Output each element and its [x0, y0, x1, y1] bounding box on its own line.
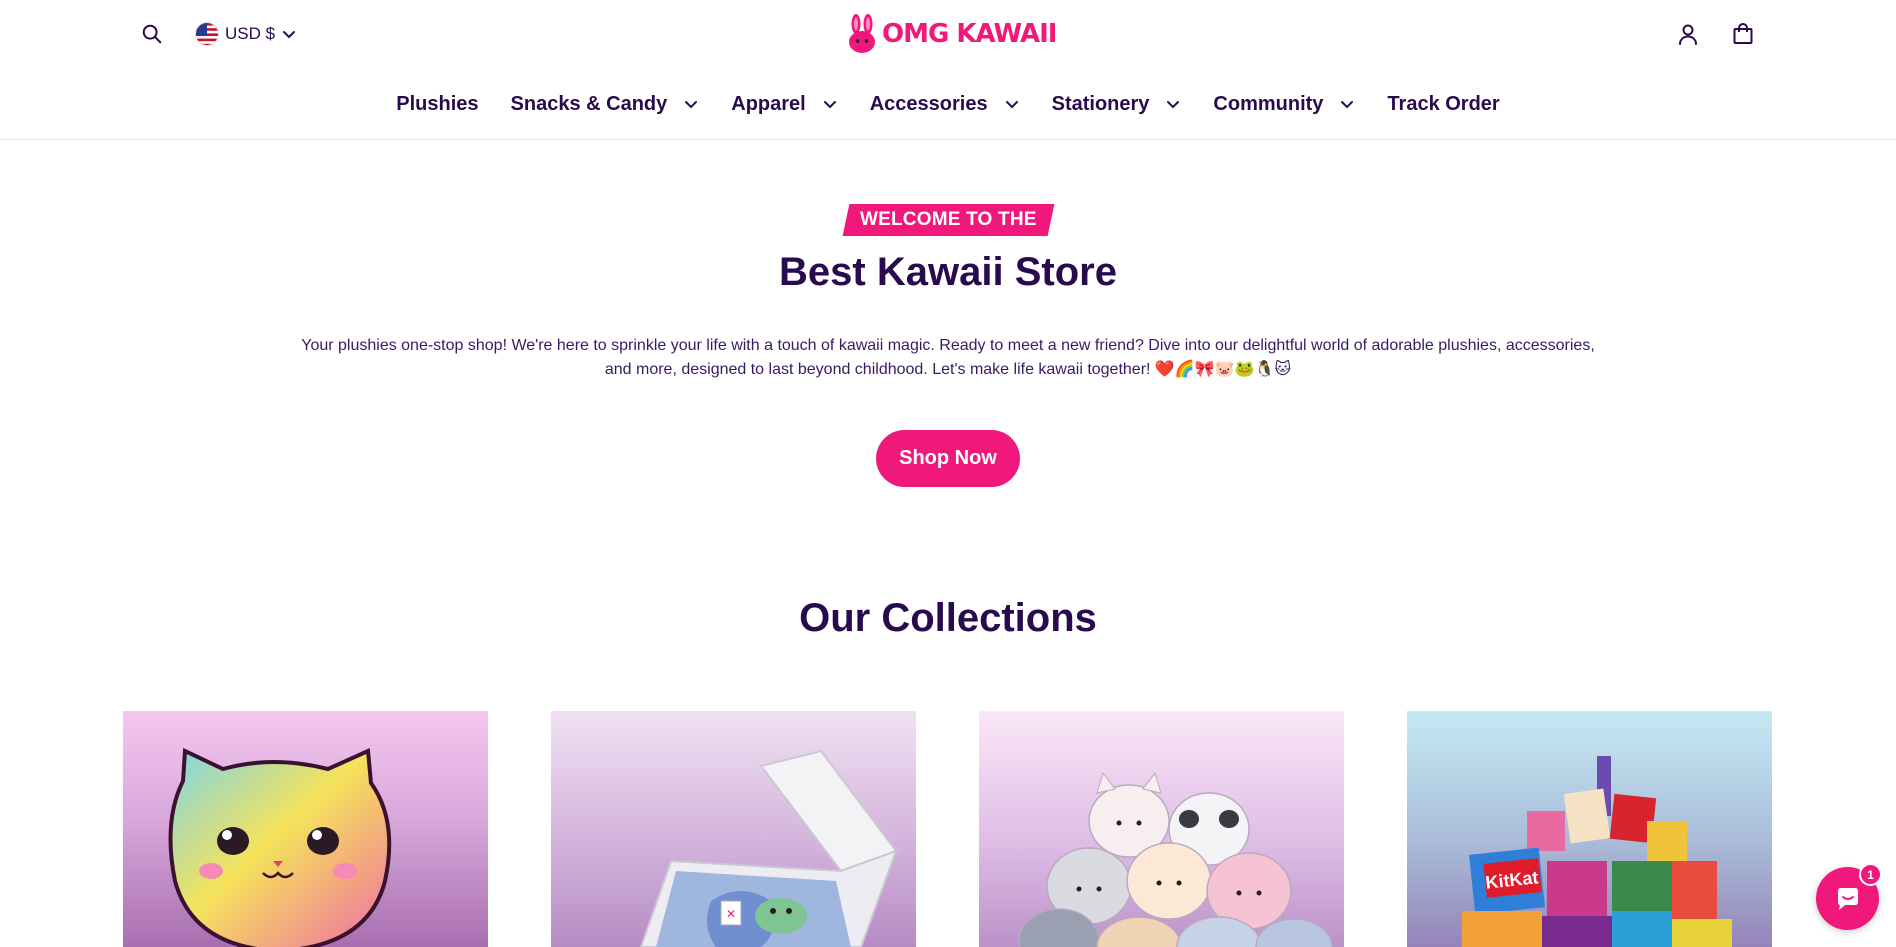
search-button[interactable]: [138, 20, 166, 48]
currency-selector[interactable]: USD $: [195, 19, 297, 49]
chevron-down-icon: [685, 101, 698, 109]
cart-button[interactable]: [1728, 19, 1758, 49]
site-header: USD $ OMG KAWAII Plushies Snacks & Candy…: [0, 0, 1896, 140]
welcome-badge-text: WELCOME TO THE: [859, 209, 1037, 230]
shopping-bag-icon: [1733, 23, 1753, 44]
nav-item-label: Community: [1213, 92, 1324, 115]
main-nav: Plushies Snacks & Candy Apparel Accessor…: [0, 84, 1896, 124]
nav-item-apparel[interactable]: Apparel: [731, 93, 837, 116]
plushies-pile-image: [1018, 771, 1333, 947]
welcome-badge-wrap: WELCOME TO THE: [0, 204, 1896, 236]
collection-card-snacks[interactable]: KitKat: [1407, 711, 1772, 947]
chevron-down-icon: [1167, 101, 1180, 109]
user-icon: [1679, 24, 1697, 45]
chevron-down-icon: [1005, 101, 1018, 109]
bunny-logo-icon: [849, 14, 875, 53]
collection-card-plushies[interactable]: [979, 711, 1344, 947]
nav-item-label: Track Order: [1387, 92, 1500, 115]
nav-item-stationery[interactable]: Stationery: [1052, 93, 1182, 116]
nav-item-label: Apparel: [731, 92, 806, 115]
chevron-down-icon: [823, 101, 836, 109]
shop-now-button[interactable]: Shop Now: [876, 430, 1020, 487]
collection-card-squishies[interactable]: [123, 711, 488, 947]
chevron-down-icon: [1341, 101, 1354, 109]
chevron-down-icon: [283, 31, 296, 39]
nav-item-snacks-candy[interactable]: Snacks & Candy: [511, 93, 700, 116]
chat-unread-badge: 1: [1859, 863, 1882, 886]
search-icon: [142, 24, 162, 44]
collection-card-mystery-box[interactable]: ✕: [551, 711, 916, 947]
account-button[interactable]: [1673, 19, 1703, 49]
us-flag-icon: [195, 22, 219, 46]
collections-title: Our Collections: [799, 596, 1097, 640]
currency-label: USD $: [225, 24, 276, 43]
welcome-badge: WELCOME TO THE: [842, 204, 1054, 236]
snacks-pile-image: KitKat: [1462, 756, 1732, 947]
hero-description: Your plushies one-stop shop! We're here …: [301, 337, 1595, 378]
nav-item-label: Stationery: [1051, 92, 1150, 115]
nav-item-label: Snacks & Candy: [510, 92, 668, 115]
squishy-cat-image: [168, 747, 392, 947]
gift-box-image: ✕: [639, 749, 898, 947]
nav-item-label: Accessories: [869, 92, 988, 115]
nav-item-accessories[interactable]: Accessories: [870, 93, 1020, 116]
nav-item-community[interactable]: Community: [1213, 93, 1355, 116]
nav-item-label: Plushies: [396, 92, 479, 115]
nav-item-plushies[interactable]: Plushies: [396, 93, 478, 116]
site-logo[interactable]: OMG KAWAII: [846, 12, 1057, 56]
logo-text: OMG KAWAII: [882, 19, 1057, 49]
svg-text:✕: ✕: [726, 907, 736, 921]
chat-bubble-icon: [1837, 887, 1858, 910]
nav-item-track-order[interactable]: Track Order: [1387, 93, 1499, 116]
hero-title: Best Kawaii Store: [779, 250, 1117, 294]
